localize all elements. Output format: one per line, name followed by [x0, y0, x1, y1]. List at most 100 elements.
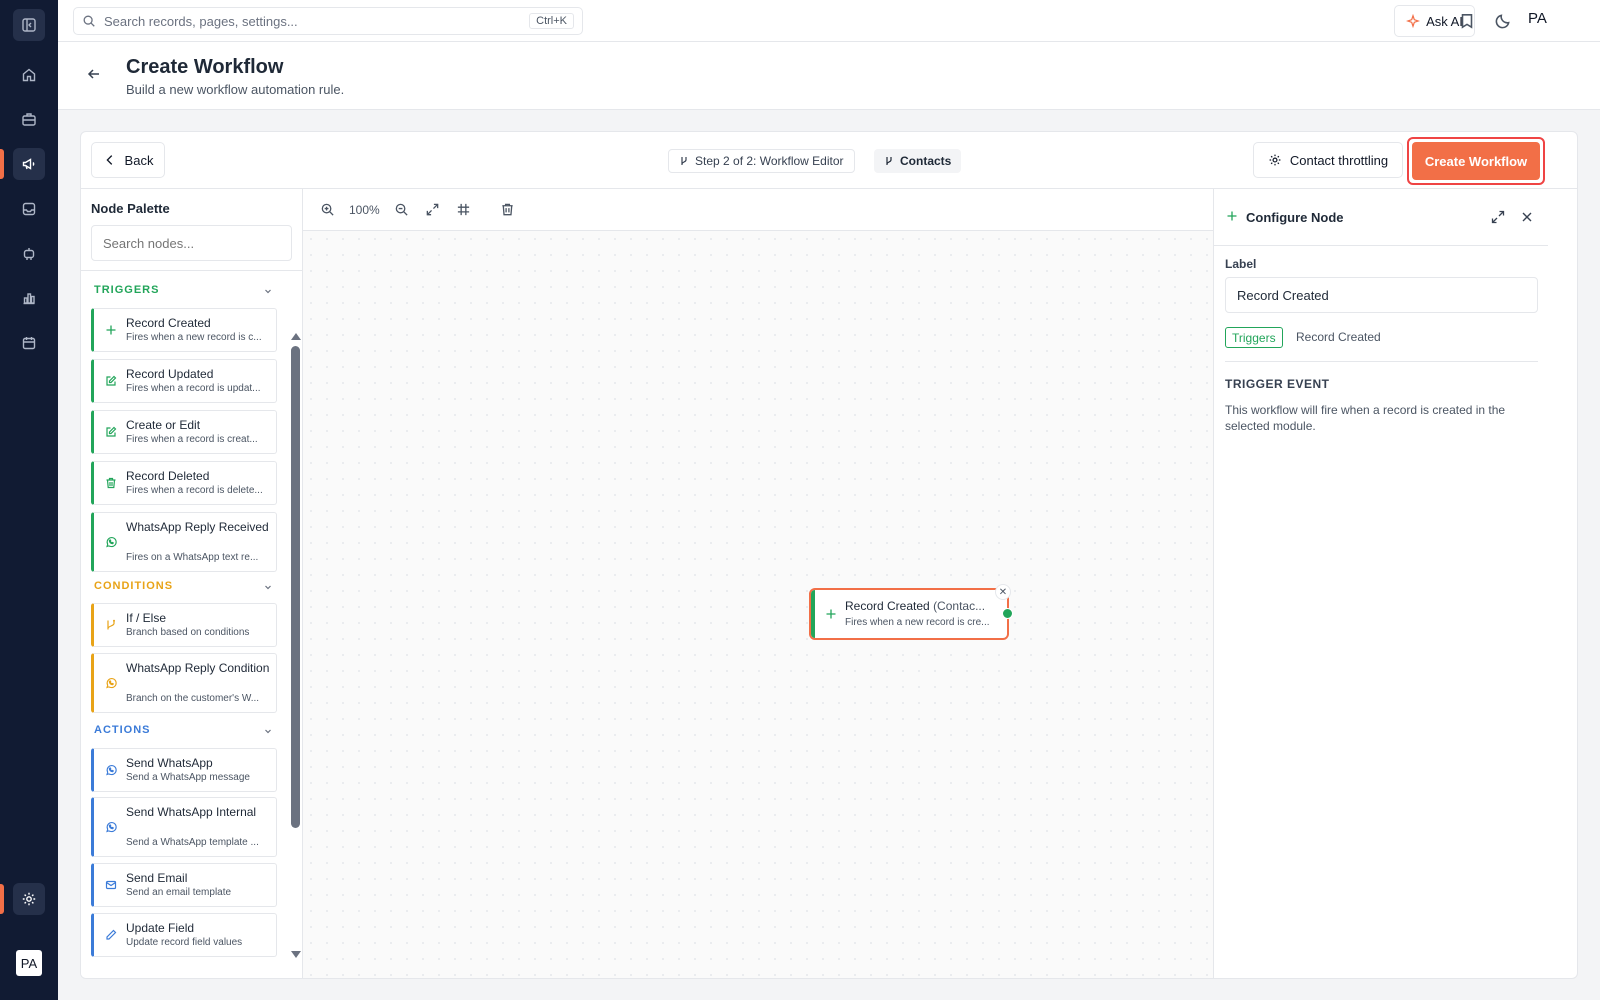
pencil-icon	[106, 929, 117, 940]
section-actions[interactable]: ACTIONS	[94, 724, 151, 736]
trash-icon[interactable]	[500, 202, 515, 217]
global-search[interactable]: Search records, pages, settings... Ctrl+…	[73, 7, 583, 35]
palette-title: Node Palette	[91, 201, 170, 216]
bookmark-icon[interactable]	[1458, 12, 1476, 30]
palette-item-title: Update Field	[126, 921, 195, 935]
palette-item-desc: Send a WhatsApp template ...	[126, 837, 259, 848]
output-port[interactable]	[1002, 608, 1013, 619]
palette-item-send-email[interactable]: Send Email Send an email template	[91, 863, 277, 907]
inbox-icon[interactable]	[13, 193, 45, 225]
editor-toolbar: Back Step 2 of 2: Workflow Editor Contac…	[81, 132, 1577, 189]
palette-item-desc: Branch based on conditions	[126, 627, 250, 638]
palette-item-send-whatsapp[interactable]: Send WhatsApp Send a WhatsApp message	[91, 748, 277, 792]
whatsapp-icon	[106, 765, 117, 776]
palette-item-desc: Send an email template	[126, 887, 232, 898]
contact-throttling-button[interactable]: Contact throttling	[1253, 142, 1403, 178]
mail-icon	[105, 880, 117, 890]
node-accent-bar	[811, 590, 815, 638]
whatsapp-icon	[106, 822, 117, 833]
page-subtitle: Build a new workflow automation rule.	[126, 82, 345, 97]
calendar-icon[interactable]	[13, 327, 45, 359]
chevron-down-icon[interactable]	[264, 583, 272, 591]
settings-indicator	[0, 884, 4, 914]
zoom-in-icon[interactable]	[320, 202, 335, 217]
section-triggers[interactable]: TRIGGERS	[94, 284, 159, 296]
page-header: Create Workflow Build a new workflow aut…	[58, 42, 1600, 110]
sparkle-icon	[1406, 14, 1421, 28]
flow-node-module: (Contac...	[933, 599, 986, 613]
moon-icon[interactable]	[1494, 12, 1512, 30]
grid-icon[interactable]	[456, 202, 471, 217]
chevron-down-icon[interactable]	[264, 287, 272, 295]
palette-item-record-updated[interactable]: Record Updated Fires when a record is up…	[91, 359, 277, 403]
palette-item-if-else[interactable]: If / Else Branch based on conditions	[91, 603, 277, 647]
palette-scrollbar[interactable]	[291, 346, 300, 828]
palette-item-desc: Fires when a record is updat...	[126, 383, 261, 394]
chevron-left-icon	[105, 155, 112, 165]
palette-item-record-created[interactable]: Record Created Fires when a new record i…	[91, 308, 277, 352]
palette-item-title: Send Email	[126, 871, 188, 885]
settings-icon[interactable]	[13, 883, 45, 915]
scroll-down-arrow[interactable]	[291, 951, 301, 958]
user-avatar[interactable]: PA	[1528, 10, 1547, 27]
briefcase-icon[interactable]	[13, 103, 45, 135]
sidebar: PA	[0, 0, 58, 1000]
node-type-text: Record Created	[1296, 330, 1381, 344]
home-icon[interactable]	[13, 59, 45, 91]
canvas-toolbar: 100%	[303, 189, 1213, 231]
palette-item-create-or-edit[interactable]: Create or Edit Fires when a record is cr…	[91, 410, 277, 454]
whatsapp-icon	[106, 537, 117, 548]
search-shortcut: Ctrl+K	[529, 13, 574, 29]
close-icon[interactable]: ✕	[995, 584, 1011, 600]
branch-icon	[681, 157, 687, 165]
expand-icon[interactable]	[1491, 210, 1505, 224]
palette-item-whatsapp-reply-received[interactable]: WhatsApp Reply Received Fires on a Whats…	[91, 512, 277, 572]
close-icon[interactable]	[1520, 210, 1534, 224]
back-arrow-icon[interactable]	[86, 66, 102, 82]
fit-view-icon[interactable]	[425, 202, 440, 217]
palette-item-desc: Fires when a new record is c...	[126, 332, 262, 343]
node-label-input[interactable]	[1225, 277, 1538, 313]
step-indicator: Step 2 of 2: Workflow Editor	[668, 149, 855, 173]
plus-icon	[1227, 211, 1237, 221]
chevron-down-icon[interactable]	[264, 727, 272, 735]
sidebar-toggle-icon[interactable]	[13, 9, 45, 41]
config-divider	[1225, 361, 1538, 362]
module-chip[interactable]: Contacts	[874, 149, 962, 173]
sidebar-avatar[interactable]: PA	[16, 950, 42, 976]
palette-item-update-field[interactable]: Update Field Update record field values	[91, 913, 277, 957]
palette-item-desc: Fires on a WhatsApp text re...	[126, 552, 259, 563]
zoom-out-icon[interactable]	[394, 202, 409, 217]
palette-item-send-whatsapp-internal[interactable]: Send WhatsApp Internal Send a WhatsApp t…	[91, 797, 277, 857]
palette-item-title: WhatsApp Reply Received	[126, 520, 269, 534]
flow-node-record-created[interactable]: Record Created (Contac... Fires when a n…	[809, 584, 1013, 640]
flow-node-desc: Fires when a new record is cre...	[845, 617, 990, 628]
robot-icon[interactable]	[13, 238, 45, 270]
scroll-up-arrow[interactable]	[291, 333, 301, 340]
palette-item-title: Record Created	[126, 316, 211, 330]
palette-item-title: Record Updated	[126, 367, 214, 381]
active-indicator	[0, 149, 4, 179]
bar-chart-icon[interactable]	[13, 282, 45, 314]
palette-list[interactable]: TRIGGERS Record Created Fires when a new…	[81, 271, 287, 978]
gear-icon	[1269, 154, 1281, 166]
back-button-label: Back	[124, 152, 154, 168]
trigger-event-heading: TRIGGER EVENT	[1225, 377, 1330, 391]
megaphone-icon[interactable]	[13, 148, 45, 180]
create-workflow-button[interactable]: Create Workflow	[1412, 142, 1540, 180]
palette-item-desc: Branch on the customer's W...	[126, 693, 260, 704]
workflow-canvas[interactable]: Record Created (Contac... Fires when a n…	[303, 231, 1213, 978]
palette-item-desc: Update record field values	[126, 937, 243, 948]
workflow-editor: Back Step 2 of 2: Workflow Editor Contac…	[80, 131, 1578, 979]
palette-item-title: Record Deleted	[126, 469, 210, 483]
node-search-input[interactable]	[91, 225, 292, 261]
config-header: Configure Node	[1214, 189, 1548, 246]
palette-item-title: If / Else	[126, 611, 167, 625]
section-conditions[interactable]: CONDITIONS	[94, 580, 173, 592]
back-button[interactable]: Back	[91, 142, 165, 178]
palette-item-desc: Send a WhatsApp message	[126, 772, 250, 783]
palette-item-whatsapp-reply-condition[interactable]: WhatsApp Reply Condition Branch on the c…	[91, 653, 277, 713]
palette-item-desc: Fires when a record is creat...	[126, 434, 258, 445]
flow-node-title: Record Created (Contac...	[845, 599, 995, 613]
palette-item-record-deleted[interactable]: Record Deleted Fires when a record is de…	[91, 461, 277, 505]
